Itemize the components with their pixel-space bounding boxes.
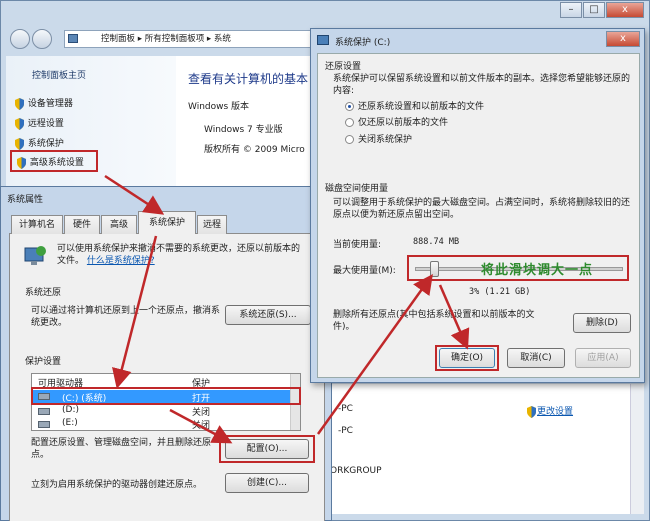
protect-group-title: 保护设置 (25, 357, 62, 367)
radio-icon (345, 135, 354, 144)
breadcrumb-1[interactable]: 所有控制面板项 (145, 34, 205, 44)
restore-description: 可以通过将计算机还原到上一个还原点，撤消系统更改。 (31, 306, 221, 328)
table-row[interactable]: (D:) 关闭 (32, 405, 300, 418)
current-usage-label: 当前使用量: (333, 240, 382, 250)
system-restore-button[interactable]: 系统还原(S)... (225, 305, 311, 325)
tab-strip: 计算机名 硬件 高级 系统保护 远程 (11, 211, 331, 234)
close-button[interactable]: x (606, 2, 644, 18)
drive-status: 关闭 (192, 421, 211, 431)
copyright-text: 版权所有 © 2009 Micro (204, 145, 305, 155)
intro-text: 可以使用系统保护来撤消不需要的系统更改，还原以前版本的文件。 什么是系统保护? (57, 244, 301, 266)
dialog-title: 系统保护 (C:) (335, 38, 391, 48)
delete-button[interactable]: 删除(D) (573, 313, 631, 333)
address-bar[interactable]: 控制面板 ▸ 所有控制面板项 ▸ 系统 (64, 30, 314, 48)
close-button[interactable]: x (606, 31, 640, 47)
slider-annotation: 将此滑块调大一点 (481, 263, 594, 278)
option-files-only[interactable]: 仅还原以前版本的文件 (345, 115, 448, 128)
shield-icon (14, 117, 25, 130)
forward-icon[interactable] (32, 29, 52, 49)
computer-icon (68, 34, 78, 43)
drive-status: 关闭 (192, 408, 211, 418)
what-is-protection-link[interactable]: 什么是系统保护? (87, 256, 155, 266)
protection-icon (23, 245, 47, 267)
page-title: 查看有关计算机的基本 (188, 72, 309, 86)
back-icon[interactable] (10, 29, 30, 49)
drive-icon (38, 421, 50, 428)
drive-name: (D:) (62, 405, 79, 415)
restore-settings-desc: 系统保护可以保留系统设置和以前文件版本的副本。选择您希望能够还原的内容: (333, 74, 631, 96)
tab-remote[interactable]: 远程 (197, 215, 227, 234)
sidebar-item-protection[interactable]: 系统保护 (14, 136, 64, 150)
selected-drive-highlight (31, 387, 301, 405)
current-usage-value: 888.74 MB (413, 237, 460, 247)
tab-computer-name[interactable]: 计算机名 (11, 215, 63, 234)
disk-usage-title: 磁盘空间使用量 (325, 184, 389, 194)
create-button[interactable]: 创建(C)... (225, 473, 309, 493)
tab-advanced[interactable]: 高级 (101, 215, 137, 234)
dialog-title: 系统属性 (7, 195, 44, 205)
slider-value: 3% (1.21 GB) (469, 287, 531, 297)
disk-usage-desc: 可以调整用于系统保护的最大磁盘空间。占满空间时，系统将删除较旧的还原点以便为新还… (333, 198, 631, 220)
slider-thumb[interactable] (430, 261, 439, 277)
table-row[interactable]: (E:) 关闭 (32, 418, 300, 431)
radio-icon (345, 118, 354, 127)
sidebar: 控制面板主页 设备管理器 远程设置 系统保护 高级系统设置 (6, 56, 176, 186)
workgroup-name: ORKGROUP (330, 466, 382, 476)
config-description: 配置还原设置、管理磁盘空间，并且删除还原点。 (31, 438, 212, 460)
create-description: 立刻为启用系统保护的驱动器创建还原点。 (31, 480, 203, 490)
shield-icon (526, 405, 537, 418)
option-turn-off[interactable]: 关闭系统保护 (345, 132, 412, 145)
main-content: 查看有关计算机的基本 Windows 版本 Windows 7 专业版 版权所有… (176, 56, 316, 186)
cancel-button[interactable]: 取消(C) (507, 348, 565, 368)
windows-edition-label: Windows 版本 (188, 102, 250, 112)
tab-system-protection[interactable]: 系统保护 (138, 211, 196, 234)
scrollbar[interactable] (630, 384, 644, 514)
config-button[interactable]: 配置(O)... (225, 439, 309, 459)
edition-value: Windows 7 专业版 (204, 125, 283, 135)
tab-hardware[interactable]: 硬件 (64, 215, 100, 234)
ok-button[interactable]: 确定(O) (439, 348, 495, 368)
restore-settings-title: 还原设置 (325, 62, 362, 72)
minimize-button[interactable]: – (560, 2, 582, 18)
network-section: -PC -PC ORKGROUP 更改设置 (330, 384, 630, 514)
shield-icon (14, 97, 25, 110)
sidebar-item-advanced[interactable]: 高级系统设置 (10, 150, 98, 172)
breadcrumb-2[interactable]: 系统 (214, 34, 231, 44)
drive-icon (38, 408, 50, 415)
sidebar-item-device-manager[interactable]: 设备管理器 (14, 96, 73, 110)
breadcrumb-0[interactable]: 控制面板 (101, 34, 135, 44)
radio-icon (345, 102, 354, 111)
change-settings-link[interactable]: 更改设置 (526, 404, 573, 418)
option-restore-all[interactable]: 还原系统设置和以前版本的文件 (345, 99, 484, 112)
sidebar-title[interactable]: 控制面板主页 (32, 68, 86, 81)
system-protection-dialog: 系统保护 (C:) x 还原设置 系统保护可以保留系统设置和以前文件版本的副本。… (310, 28, 645, 383)
drive-name: (E:) (62, 418, 78, 428)
max-usage-label: 最大使用量(M): (333, 266, 396, 276)
restore-group-title: 系统还原 (25, 288, 62, 298)
computer-name: -PC (338, 404, 353, 414)
full-name: -PC (338, 426, 353, 436)
sidebar-item-remote[interactable]: 远程设置 (14, 116, 64, 130)
shield-icon (16, 156, 27, 169)
dialog-icon (317, 35, 329, 45)
system-properties-dialog: 系统属性 计算机名 硬件 高级 系统保护 远程 可以使用系统保护来撤消不需要的系… (0, 186, 332, 521)
maximize-button[interactable]: □ (583, 2, 605, 18)
shield-icon (14, 137, 25, 150)
delete-desc: 删除所有还原点(其中包括系统设置和以前版本的文件)。 (333, 310, 535, 332)
apply-button: 应用(A) (575, 348, 631, 368)
